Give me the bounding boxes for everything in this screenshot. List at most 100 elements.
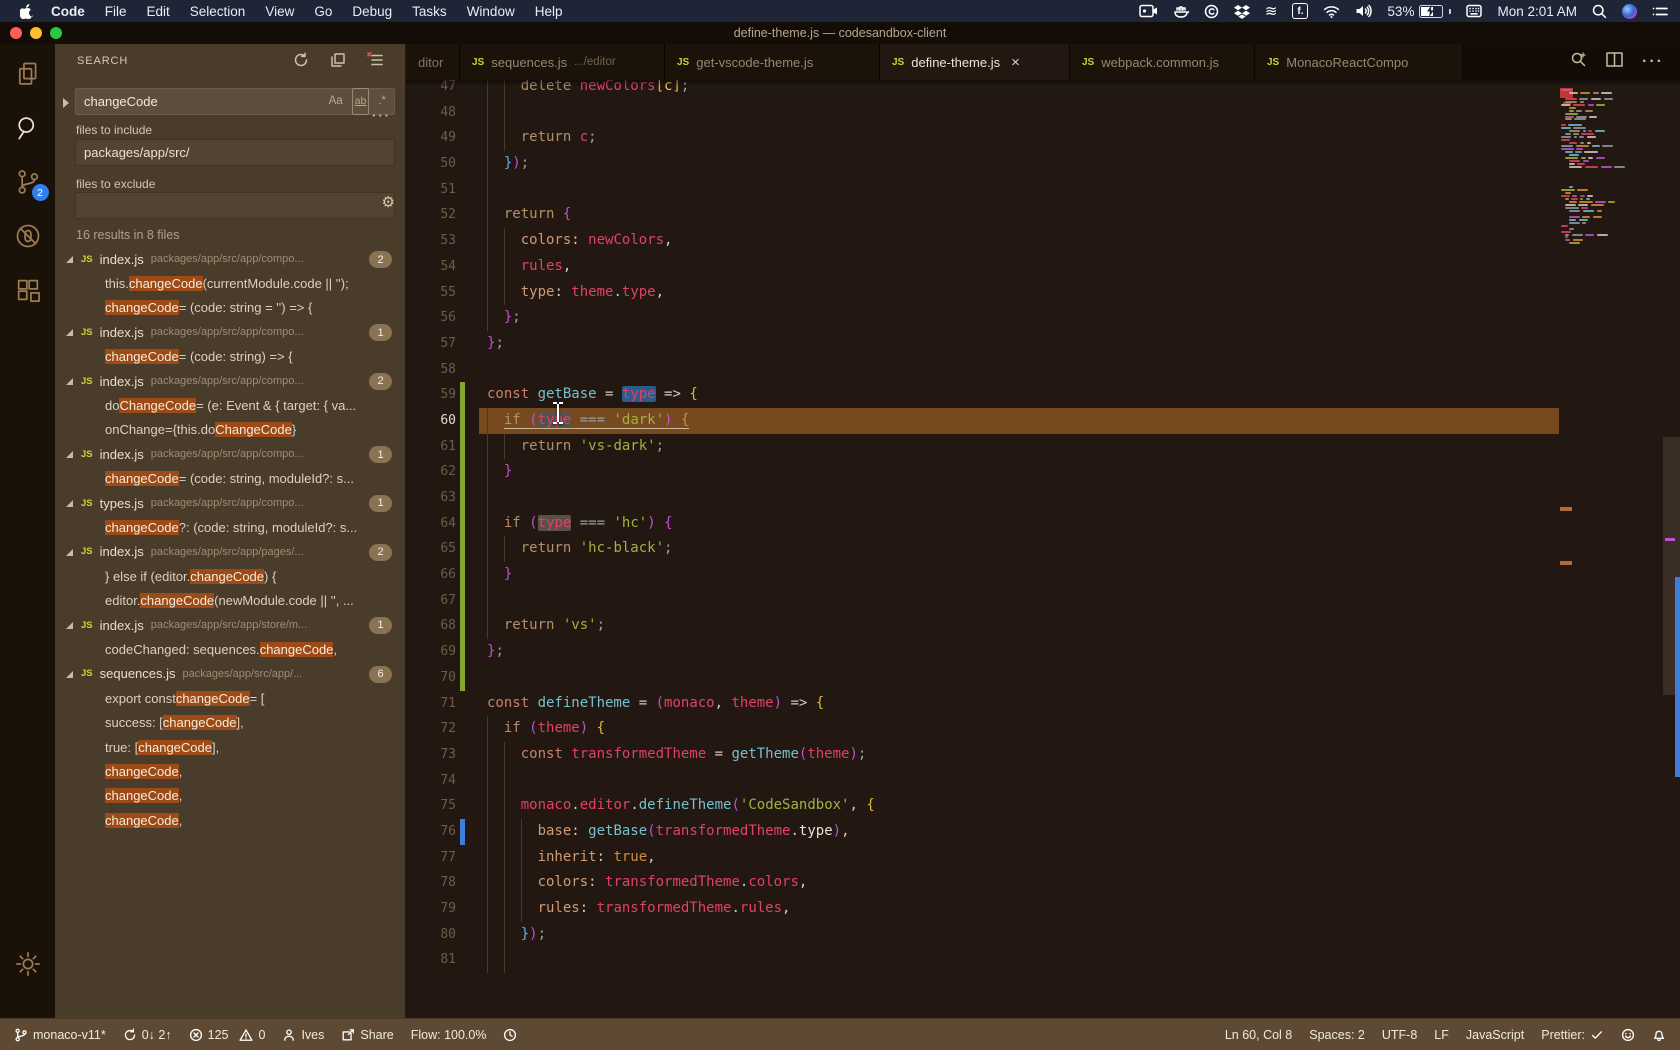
menu-item-window[interactable]: Window bbox=[457, 4, 525, 19]
status-item-javascript[interactable]: JavaScript bbox=[1466, 1028, 1524, 1042]
code-line[interactable]: 47 delete newColors[c]; bbox=[406, 80, 1680, 100]
search-match-row[interactable]: codeChanged: sequences.changeCode, bbox=[55, 637, 405, 661]
menu-item-view[interactable]: View bbox=[255, 4, 304, 19]
apple-menu-icon[interactable] bbox=[12, 4, 41, 19]
minimap[interactable] bbox=[1559, 80, 1664, 1018]
search-match-row[interactable]: changeCode, bbox=[55, 759, 405, 783]
code-line[interactable]: 76 base: getBase(transformedTheme.type), bbox=[406, 819, 1680, 845]
status-item-ln-60-col-8[interactable]: Ln 60, Col 8 bbox=[1225, 1028, 1292, 1042]
expand-replace-icon[interactable] bbox=[63, 98, 69, 108]
search-match-row[interactable]: } else if (editor.changeCode) { bbox=[55, 564, 405, 588]
tab-get-vscode-theme.js[interactable]: JSget-vscode-theme.js bbox=[665, 44, 880, 80]
search-result-file-row[interactable]: JSindex.jspackages/app/src/app/compo...1 bbox=[55, 320, 405, 344]
whole-word-icon[interactable]: ab bbox=[352, 88, 370, 115]
menu-clock[interactable]: Mon 2:01 AM bbox=[1497, 4, 1577, 19]
twistie-icon[interactable] bbox=[66, 256, 73, 263]
status-item-prettier-[interactable]: Prettier: bbox=[1541, 1028, 1604, 1042]
spotlight-search-icon[interactable] bbox=[1592, 4, 1607, 19]
menu-item-selection[interactable]: Selection bbox=[180, 4, 256, 19]
close-window-button[interactable] bbox=[10, 27, 22, 39]
menu-item-edit[interactable]: Edit bbox=[137, 4, 180, 19]
tab-webpack.common.js[interactable]: JSwebpack.common.js bbox=[1070, 44, 1255, 80]
code-line[interactable]: 54 rules, bbox=[406, 254, 1680, 280]
explorer-icon[interactable] bbox=[14, 60, 42, 88]
status-item[interactable] bbox=[1621, 1028, 1635, 1042]
search-match-row[interactable]: success: [changeCode], bbox=[55, 710, 405, 734]
code-line[interactable]: 59const getBase = type => { bbox=[406, 382, 1680, 408]
code-line[interactable]: 67 bbox=[406, 588, 1680, 614]
toggle-search-details-icon[interactable]: ··· bbox=[372, 108, 391, 123]
code-line[interactable]: 63 bbox=[406, 485, 1680, 511]
menu-item-debug[interactable]: Debug bbox=[342, 4, 402, 19]
code-line[interactable]: 58 bbox=[406, 357, 1680, 383]
clear-results-icon[interactable] bbox=[367, 52, 383, 73]
code-line[interactable]: 72 if (theme) { bbox=[406, 716, 1680, 742]
search-match-row[interactable]: true: [changeCode], bbox=[55, 735, 405, 759]
minimize-window-button[interactable] bbox=[30, 27, 42, 39]
search-result-file-row[interactable]: JSindex.jspackages/app/src/app/compo...1 bbox=[55, 442, 405, 466]
status-item-ives[interactable]: Ives bbox=[282, 1028, 324, 1042]
use-exclude-settings-icon[interactable]: ⚙ bbox=[382, 195, 395, 210]
code-editor[interactable]: 47 delete newColors[c];4849 return c;50 … bbox=[406, 80, 1680, 1018]
search-input[interactable]: changeCode Aa ab .* bbox=[75, 88, 395, 115]
code-line[interactable]: 69}; bbox=[406, 639, 1680, 665]
code-line[interactable]: 48 bbox=[406, 100, 1680, 126]
debug-disabled-icon[interactable] bbox=[14, 222, 42, 250]
split-editor-icon[interactable] bbox=[1606, 52, 1623, 72]
open-changes-icon[interactable] bbox=[1570, 51, 1587, 73]
code-line[interactable]: 64 if (type === 'hc') { bbox=[406, 511, 1680, 537]
tab-MonacoReactCompo[interactable]: JSMonacoReactCompo bbox=[1255, 44, 1463, 80]
menu-item-tasks[interactable]: Tasks bbox=[402, 4, 457, 19]
code-line[interactable]: 52 return { bbox=[406, 202, 1680, 228]
code-line[interactable]: 60 if (type === 'dark') { bbox=[406, 408, 1680, 434]
code-line[interactable]: 62 } bbox=[406, 459, 1680, 485]
menu-item-file[interactable]: File bbox=[95, 4, 137, 19]
code-line[interactable]: 81 bbox=[406, 947, 1680, 973]
code-line[interactable]: 53 colors: newColors, bbox=[406, 228, 1680, 254]
search-match-row[interactable]: changeCode, bbox=[55, 784, 405, 808]
search-match-row[interactable]: changeCode?: (code: string, moduleId?: s… bbox=[55, 515, 405, 539]
zoom-window-button[interactable] bbox=[50, 27, 62, 39]
keyboard-input-icon[interactable] bbox=[1466, 4, 1482, 18]
twistie-icon[interactable] bbox=[66, 622, 73, 629]
code-line[interactable]: 75 monaco.editor.defineTheme('CodeSandbo… bbox=[406, 793, 1680, 819]
code-line[interactable]: 73 const transformedTheme = getTheme(the… bbox=[406, 742, 1680, 768]
adobe-cc-icon[interactable] bbox=[1204, 4, 1219, 19]
code-line[interactable]: 80 }); bbox=[406, 922, 1680, 948]
menu-item-go[interactable]: Go bbox=[304, 4, 342, 19]
dropbox-icon[interactable] bbox=[1234, 4, 1250, 19]
code-line[interactable]: 71const defineTheme = (monaco, theme) =>… bbox=[406, 691, 1680, 717]
notification-list-icon[interactable] bbox=[1652, 5, 1668, 18]
files-to-include-input[interactable]: packages/app/src/ bbox=[75, 139, 395, 166]
facebook-icon[interactable]: f. bbox=[1292, 3, 1308, 19]
search-result-file-row[interactable]: JSsequences.jspackages/app/src/app/...6 bbox=[55, 662, 405, 686]
code-line[interactable]: 79 rules: transformedTheme.rules, bbox=[406, 896, 1680, 922]
search-match-row[interactable]: changeCode = (code: string) => { bbox=[55, 345, 405, 369]
close-tab-icon[interactable]: × bbox=[1011, 55, 1020, 70]
twistie-icon[interactable] bbox=[66, 671, 73, 678]
settings-gear-icon[interactable] bbox=[14, 950, 42, 978]
code-line[interactable]: 70 bbox=[406, 665, 1680, 691]
status-item-share[interactable]: Share bbox=[341, 1028, 393, 1042]
collapse-all-icon[interactable] bbox=[330, 52, 346, 73]
menu-item-help[interactable]: Help bbox=[525, 4, 573, 19]
search-result-file-row[interactable]: JSindex.jspackages/app/src/app/store/m..… bbox=[55, 613, 405, 637]
code-line[interactable]: 66 } bbox=[406, 562, 1680, 588]
extensions-icon[interactable] bbox=[14, 276, 42, 304]
status-item-spaces-2[interactable]: Spaces: 2 bbox=[1309, 1028, 1365, 1042]
files-to-exclude-input[interactable] bbox=[75, 192, 395, 219]
refresh-icon[interactable] bbox=[293, 52, 309, 73]
menu-item-code[interactable]: Code bbox=[41, 4, 95, 19]
search-result-file-row[interactable]: JSindex.jspackages/app/src/app/pages/...… bbox=[55, 540, 405, 564]
twistie-icon[interactable] bbox=[66, 500, 73, 507]
search-icon[interactable] bbox=[14, 114, 42, 142]
code-line[interactable]: 55 type: theme.type, bbox=[406, 280, 1680, 306]
waves-icon[interactable]: ≋ bbox=[1265, 2, 1278, 20]
status-item-125[interactable]: 1250 bbox=[189, 1028, 266, 1042]
search-match-row[interactable]: changeCode = (code: string, moduleId?: s… bbox=[55, 467, 405, 491]
battery-indicator[interactable]: 53% bbox=[1387, 4, 1451, 19]
twistie-icon[interactable] bbox=[66, 378, 73, 385]
more-actions-icon[interactable]: ··· bbox=[1642, 53, 1664, 71]
code-line[interactable]: 77 inherit: true, bbox=[406, 845, 1680, 871]
vertical-scrollbar[interactable] bbox=[1663, 80, 1680, 1018]
